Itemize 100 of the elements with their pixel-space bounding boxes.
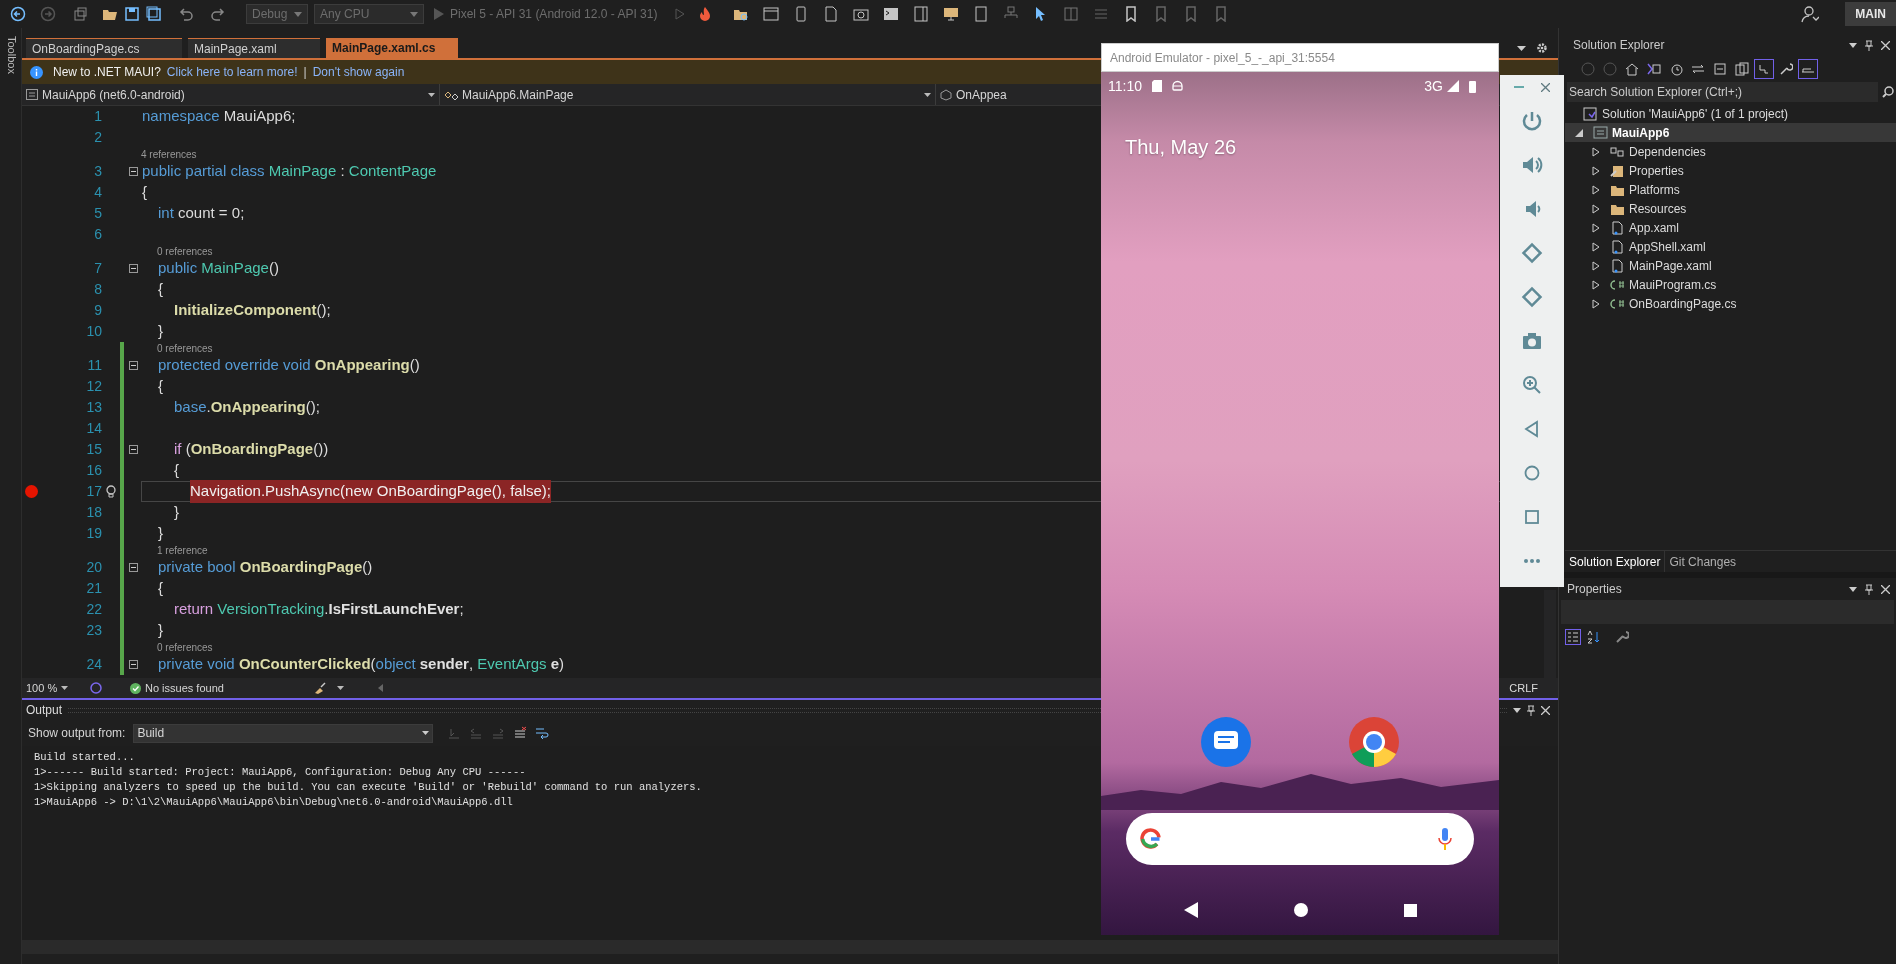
issues-status[interactable]: No issues found [145,679,295,697]
hierarchy-icon[interactable] [1757,62,1771,76]
member-dropdown[interactable]: OnAppea [936,84,1011,105]
settings-icon[interactable] [1536,42,1548,54]
breakpoint-icon[interactable] [24,485,38,498]
history-icon[interactable] [1669,62,1683,76]
code-lens-text[interactable]: 0 references [157,640,213,655]
collapse-icon[interactable] [129,563,138,572]
info-link[interactable]: Click here to learn more! [166,63,298,81]
tablet-icon[interactable] [973,6,990,22]
toolbox-tab[interactable]: Toolbox [3,36,18,74]
scroll-left-icon[interactable] [378,684,383,692]
search-icon[interactable] [1882,86,1894,98]
rotate-right-icon[interactable] [1521,286,1543,308]
document-tab[interactable]: MainPage.xaml.cs [326,38,458,58]
back-icon[interactable] [10,6,26,22]
project-dropdown[interactable]: MauiApp6 (net6.0-android) [22,84,440,105]
code-lens-text[interactable]: 1 reference [157,543,208,558]
dropdown-arrow-icon[interactable] [1849,586,1857,592]
undo-icon[interactable] [178,6,194,22]
switch-views-icon[interactable] [1647,62,1661,76]
files-icon[interactable] [1735,62,1749,76]
sync-icon[interactable] [1691,62,1705,76]
window-icon[interactable] [763,6,780,22]
code-lens-text[interactable]: 0 references [157,341,213,356]
search-field[interactable]: Search Solution Explorer (Ctrl+;) [1567,82,1878,102]
collapse-icon[interactable] [129,445,138,454]
brush-icon[interactable] [313,682,327,694]
new-item-icon[interactable] [72,6,88,22]
collapsed-arrow-icon[interactable] [1592,260,1600,271]
collapsed-arrow-icon[interactable] [1592,298,1600,309]
collapsed-arrow-icon[interactable] [1592,241,1600,252]
collapse-icon[interactable] [129,264,138,273]
pin-icon[interactable] [1865,583,1873,595]
panel-tab[interactable]: Git Changes [1664,551,1741,572]
panel-icon[interactable] [913,6,930,22]
pin-icon[interactable] [1527,704,1535,716]
branch-button[interactable]: MAIN [1845,2,1896,26]
document-tab[interactable]: OnBoardingPage.cs [26,38,182,58]
line-ending-status[interactable]: CRLF [1509,679,1558,697]
pin-icon[interactable] [1865,39,1873,51]
document-icon[interactable] [823,6,840,22]
tree-item[interactable]: MainPage.xaml [1565,256,1896,275]
tree-item[interactable]: MauiProgram.cs [1565,275,1896,294]
collapse-all-icon[interactable] [1713,62,1727,76]
dropdown-arrow-icon[interactable] [1517,45,1526,51]
collapsed-arrow-icon[interactable] [1592,165,1600,176]
save-icon[interactable] [124,6,140,22]
close-icon[interactable] [1881,584,1890,594]
tree-item[interactable]: Platforms [1565,180,1896,199]
save-all-icon[interactable] [146,6,162,22]
messages-app-icon[interactable] [1201,717,1251,767]
home-icon[interactable] [1293,903,1308,917]
collapse-icon[interactable] [129,167,138,176]
lightbulb-icon[interactable] [106,484,116,499]
collapsed-arrow-icon[interactable] [1592,222,1600,233]
collapse-icon[interactable] [129,361,138,370]
info-link[interactable]: Don't show again [312,63,405,81]
collapsed-arrow-icon[interactable] [1592,184,1600,195]
volume-up-icon[interactable] [1521,154,1543,176]
zoom-icon[interactable] [1521,374,1543,396]
dropdown-arrow-icon[interactable] [337,686,344,690]
close-icon[interactable] [1881,40,1890,50]
tree-item[interactable]: AppShell.xaml [1565,237,1896,256]
back-icon[interactable] [1183,902,1198,918]
collapse-icon[interactable] [129,660,138,669]
word-wrap-icon[interactable] [535,726,550,740]
tree-item[interactable]: OnBoardingPage.cs [1565,294,1896,313]
tree-item[interactable]: MauiApp6 [1565,123,1896,142]
tree-item[interactable]: Properties [1565,161,1896,180]
collapsed-arrow-icon[interactable] [1592,203,1600,214]
document-tab[interactable]: MainPage.xaml [188,38,320,58]
camera-icon[interactable] [853,6,870,22]
redo-icon[interactable] [210,6,226,22]
microphone-icon[interactable] [1438,828,1452,850]
search-bar[interactable] [1126,813,1474,865]
layout-icon[interactable] [1063,6,1080,22]
monitor-icon[interactable] [943,6,960,22]
dropdown-arrow-icon[interactable] [1849,42,1857,48]
output-source-dropdown[interactable]: Build [133,723,434,743]
tree-item[interactable]: App.xaml [1565,218,1896,237]
tree-item[interactable]: Dependencies [1565,142,1896,161]
console-icon[interactable] [883,6,900,22]
categorized-icon[interactable] [1565,629,1581,645]
code-lens-text[interactable]: 0 references [157,244,213,259]
rotate-left-icon[interactable] [1521,242,1543,264]
sort-alphabetical-icon[interactable] [1587,630,1601,644]
browser-app-icon[interactable] [1349,717,1399,767]
overview-icon[interactable] [1403,903,1417,917]
collapsed-arrow-icon[interactable] [1592,279,1600,290]
home-icon[interactable] [1625,62,1639,76]
tree-item[interactable]: Solution 'MauiApp6' (1 of 1 project) [1565,104,1896,123]
tree-item[interactable]: Resources [1565,199,1896,218]
type-dropdown[interactable]: MauiApp6.MainPage [440,84,936,105]
zoom-dropdown[interactable]: 100 % [26,679,80,697]
dropdown-arrow-icon[interactable] [1513,707,1521,713]
expanded-arrow-icon[interactable] [1575,128,1583,137]
live-share-icon[interactable] [1801,5,1820,23]
power-icon[interactable] [1521,110,1543,132]
close-icon[interactable] [1541,705,1550,715]
